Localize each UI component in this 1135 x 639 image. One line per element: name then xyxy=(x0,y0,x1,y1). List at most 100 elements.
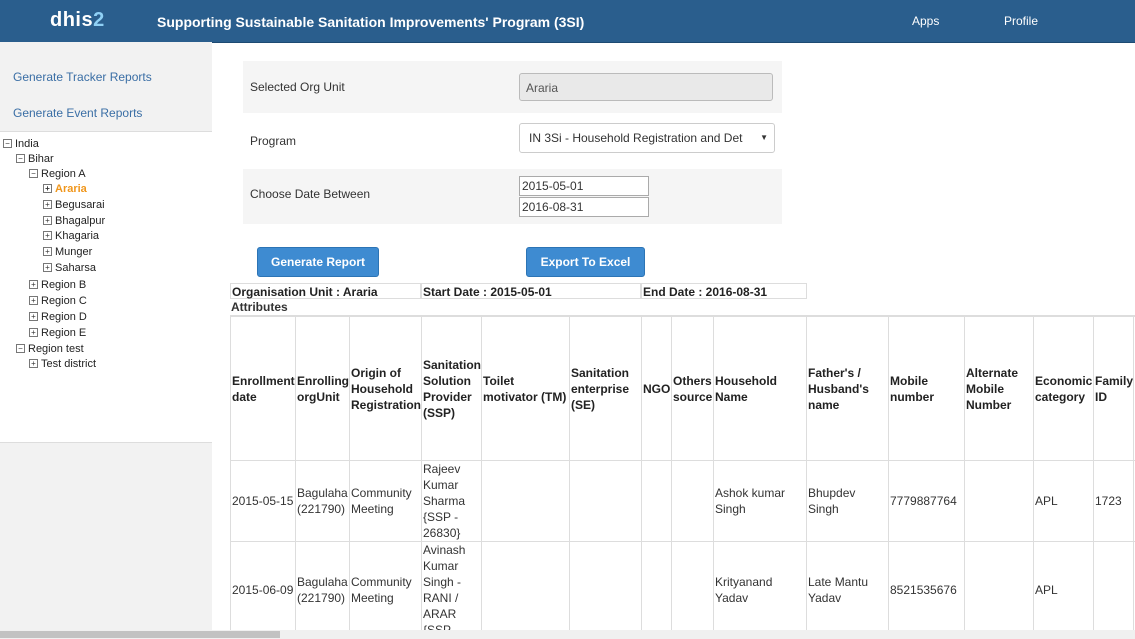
tree-node[interactable]: + Region E xyxy=(29,327,86,339)
summary-end-date: End Date : 2016-08-31 xyxy=(641,283,807,299)
export-to-excel-button[interactable]: Export To Excel xyxy=(526,247,645,277)
table-cell: Late Mantu Yadav xyxy=(806,541,889,639)
report-menu: Generate Tracker Reports Generate Event … xyxy=(0,42,212,132)
table-header-row: Enrollment date Enrolling orgUnit Origin o… xyxy=(230,316,1135,461)
report-table: Enrollment date Enrolling orgUnit Origin o… xyxy=(230,316,1135,639)
column-header: Household Name xyxy=(713,316,807,461)
app-title: Supporting Sustainable Sanitation Improv… xyxy=(157,14,585,30)
report-output: Organisation Unit : Araria Start Date : … xyxy=(230,283,1135,639)
table-cell: Community Meeting xyxy=(349,460,422,542)
table-cell: Rajeev Kumar Sharma {SSP - 26830} xyxy=(421,460,482,542)
table-cell: Bagulaha (221790) xyxy=(295,541,350,639)
expand-icon[interactable]: + xyxy=(43,247,52,256)
collapse-icon[interactable]: − xyxy=(29,169,38,178)
table-cell: 7779887764 xyxy=(888,460,965,542)
tree-node-label: Saharsa xyxy=(55,262,96,274)
table-cell xyxy=(964,541,1034,639)
end-date-input[interactable]: 2016-08-31 xyxy=(519,197,649,217)
column-header: Enrollment date xyxy=(230,316,296,461)
org-unit-row: Selected Org Unit Araria xyxy=(243,61,782,113)
collapse-icon[interactable]: − xyxy=(16,154,25,163)
top-header-bar: dhis2 Supporting Sustainable Sanitation … xyxy=(0,0,1135,43)
table-cell: Bagulaha (221790) xyxy=(295,460,350,542)
tree-node-label: Bihar xyxy=(28,153,54,165)
org-unit-label: Selected Org Unit xyxy=(250,80,345,94)
expand-icon[interactable]: + xyxy=(43,200,52,209)
tree-node-label: Region E xyxy=(41,327,87,339)
table-cell: 1723 xyxy=(1093,460,1134,542)
table-cell xyxy=(1093,541,1134,639)
expand-icon[interactable]: + xyxy=(43,231,52,240)
apps-menu-link[interactable]: Apps xyxy=(912,14,939,28)
tree-node[interactable]: + Region B xyxy=(29,279,86,291)
generate-tracker-reports-link[interactable]: Generate Tracker Reports xyxy=(13,70,152,84)
tree-node[interactable]: + Region C xyxy=(29,295,87,307)
scrollbar-thumb[interactable] xyxy=(0,631,280,638)
tree-node[interactable]: + Bhagalpur xyxy=(43,215,105,227)
org-unit-tree: − India − Bihar − Region A + Araria + Begusarai + B… xyxy=(0,132,212,443)
start-date-input[interactable]: 2015-05-01 xyxy=(519,176,649,196)
program-row: Program IN 3Si - Household Registration … xyxy=(243,115,782,167)
expand-icon[interactable]: + xyxy=(29,312,38,321)
table-cell xyxy=(964,460,1034,542)
tree-node-label: Test district xyxy=(41,358,97,370)
tree-node-label: Munger xyxy=(55,246,93,258)
tree-node-label: Region C xyxy=(41,295,87,307)
collapse-icon[interactable]: − xyxy=(3,139,12,148)
expand-icon[interactable]: + xyxy=(29,296,38,305)
expand-icon[interactable]: + xyxy=(43,263,52,272)
date-range-row: Choose Date Between 2015-05-01 2016-08-3… xyxy=(243,169,782,224)
tree-node[interactable]: + Araria xyxy=(43,183,87,195)
tree-node-label: Region B xyxy=(41,279,87,291)
tree-node[interactable]: + Test district xyxy=(29,358,96,370)
table-cell: Krityanand Yadav xyxy=(713,541,807,639)
table-cell: 8521535676 xyxy=(888,541,965,639)
logo-text-2: 2 xyxy=(93,9,105,31)
expand-icon[interactable]: + xyxy=(29,328,38,337)
table-cell xyxy=(569,541,642,639)
column-header: Sanitation Solution Provider (SSP) xyxy=(421,316,482,461)
table-cell: APL xyxy=(1033,541,1094,639)
tree-node[interactable]: − Region A xyxy=(29,168,86,180)
collapse-icon[interactable]: − xyxy=(16,344,25,353)
profile-menu-link[interactable]: Profile xyxy=(1004,14,1038,28)
expand-icon[interactable]: + xyxy=(29,359,38,368)
program-select[interactable]: IN 3Si - Household Registration and Det ▼ xyxy=(519,123,775,153)
column-header: Family ID xyxy=(1093,316,1134,461)
column-header: Sanitation enterprise (SE) xyxy=(569,316,642,461)
table-cell xyxy=(641,541,672,639)
tree-node[interactable]: − Region test xyxy=(16,343,84,355)
column-header: NGO xyxy=(641,316,672,461)
column-header: Alternate Mobile Number xyxy=(964,316,1034,461)
tree-node[interactable]: + Saharsa xyxy=(43,262,96,274)
table-cell: 2015-05-15 xyxy=(230,460,296,542)
expand-icon[interactable]: + xyxy=(29,280,38,289)
program-label: Program xyxy=(250,134,297,148)
table-cell: Avinash Kumar Singh - RANI / ARAR {SSP xyxy=(421,541,482,639)
tree-node-label: Region test xyxy=(28,343,84,355)
logo-text: dhis xyxy=(50,9,94,31)
tree-node[interactable]: + Begusarai xyxy=(43,199,105,211)
table-cell xyxy=(671,541,714,639)
expand-icon[interactable]: + xyxy=(43,216,52,225)
generate-event-reports-link[interactable]: Generate Event Reports xyxy=(13,106,142,120)
table-cell xyxy=(481,541,570,639)
table-cell xyxy=(481,460,570,542)
tree-node[interactable]: + Region D xyxy=(29,311,87,323)
horizontal-scrollbar[interactable] xyxy=(0,630,1135,639)
generate-report-button[interactable]: Generate Report xyxy=(257,247,379,277)
table-cell: 2015-06-09 xyxy=(230,541,296,639)
dropdown-arrow-icon: ▼ xyxy=(760,133,768,142)
tree-node[interactable]: + Khagaria xyxy=(43,230,99,242)
tree-node-label: Khagaria xyxy=(55,230,100,242)
tree-node-label: Araria xyxy=(55,183,87,195)
table-cell xyxy=(671,460,714,542)
dhis2-logo[interactable]: dhis2 xyxy=(50,9,105,32)
tree-node[interactable]: − Bihar xyxy=(16,153,54,165)
table-cell xyxy=(569,460,642,542)
tree-node[interactable]: + Munger xyxy=(43,246,92,258)
column-header: Father's / Husband's name xyxy=(806,316,889,461)
selected-org-unit-field: Araria xyxy=(519,73,773,101)
expand-icon[interactable]: + xyxy=(43,184,52,193)
tree-node[interactable]: − India xyxy=(3,138,39,150)
